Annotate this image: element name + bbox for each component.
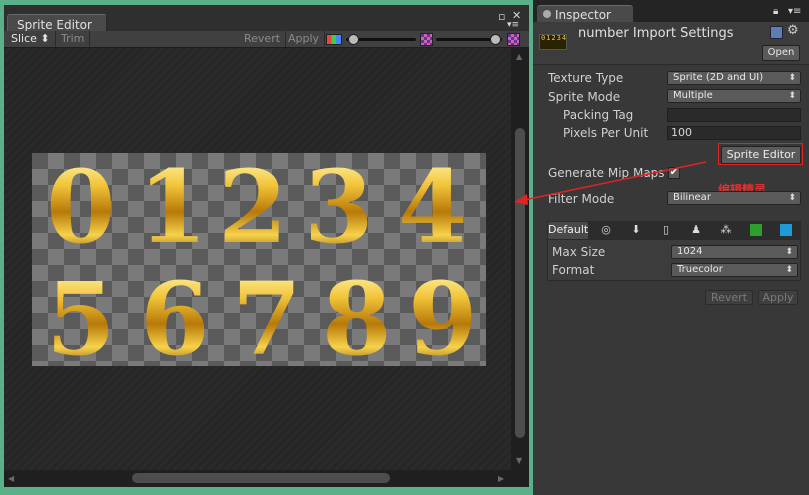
page-title: number Import Settings <box>578 26 734 41</box>
sprite-mode-value: Multiple <box>673 90 713 101</box>
scroll-down-arrow-icon[interactable]: ▼ <box>516 456 522 465</box>
texture-type-dropdown[interactable]: Sprite (2D and UI) ⬍ <box>667 71 801 85</box>
inspector-panel: Inspector 🔒︎ ▾≡ 0123456789 number Import… <box>533 0 809 495</box>
window-menu-icon[interactable]: ▾≡ <box>788 6 801 17</box>
sprite-digit[interactable]: 2 <box>218 157 288 257</box>
max-size-dropdown[interactable]: 1024 ⬍ <box>671 245 798 259</box>
dropdown-caret-icon: ⬍ <box>788 193 796 203</box>
zoom-slider[interactable] <box>346 33 416 45</box>
inspector-header: 0123456789 number Import Settings ⚙ Open <box>533 22 809 65</box>
filter-mode-label: Filter Mode <box>548 192 615 206</box>
window-menu-icon[interactable]: ▾≡ <box>507 20 519 30</box>
vertical-scroll-thumb[interactable] <box>515 128 525 438</box>
generate-mip-maps-label: Generate Mip Maps <box>548 166 665 180</box>
windows-store-platform-icon[interactable] <box>771 222 801 239</box>
texture-type-label: Texture Type <box>548 71 624 85</box>
apply-button[interactable]: Apply <box>758 290 798 305</box>
mip-slider[interactable] <box>436 33 502 45</box>
slice-dropdown[interactable]: Slice ⬍ <box>6 31 56 47</box>
inspector-tab-bar: Inspector 🔒︎ ▾≡ <box>533 0 809 22</box>
color-channel-icon[interactable] <box>326 34 342 45</box>
mip-slider-knob[interactable] <box>490 34 501 45</box>
mip-level-icon[interactable] <box>507 33 520 46</box>
max-size-value: 1024 <box>677 246 703 257</box>
help-book-icon[interactable] <box>770 26 783 39</box>
scroll-up-arrow-icon[interactable]: ▲ <box>516 52 522 61</box>
texture-asset-icon: 0123456789 <box>539 34 567 50</box>
android-platform-icon[interactable]: ♟ <box>681 222 711 239</box>
pixels-per-unit-field[interactable]: 100 <box>667 126 801 140</box>
sprite-digit[interactable]: 4 <box>398 157 468 257</box>
alpha-toggle-icon[interactable] <box>420 33 433 46</box>
dropdown-caret-icon: ⬍ <box>785 265 793 275</box>
format-dropdown[interactable]: Truecolor ⬍ <box>671 263 798 277</box>
texture-type-value: Sprite (2D and UI) <box>673 72 764 83</box>
sprite-editor-window: Sprite Editor ▫ ✕ ▾≡ Slice ⬍ Trim Revert… <box>0 0 533 495</box>
sprite-mode-dropdown[interactable]: Multiple ⬍ <box>667 89 801 103</box>
tab-inspector[interactable]: Inspector <box>537 5 633 22</box>
pixels-per-unit-label: Pixels Per Unit <box>563 126 649 140</box>
sprite-digit[interactable]: 8 <box>322 269 392 366</box>
mobile-platform-icon[interactable]: ▯ <box>651 222 681 239</box>
sprite-mode-label: Sprite Mode <box>548 90 621 104</box>
web-platform-icon[interactable]: ◎ <box>591 222 621 239</box>
sprite-digit[interactable]: 9 <box>408 269 478 366</box>
tab-default[interactable]: Default <box>548 222 588 239</box>
annotation-highlight-box <box>718 143 803 165</box>
zoom-slider-knob[interactable] <box>348 34 359 45</box>
platform-tabs: Default ◎ ⬇ ▯ ♟ ⁂ <box>547 221 801 239</box>
vertical-scrollbar[interactable]: ▲ ▼ <box>511 48 529 470</box>
sprite-digit[interactable]: 3 <box>304 157 374 257</box>
platform-settings-panel: Max Size 1024 ⬍ Format Truecolor ⬍ <box>547 239 801 281</box>
format-value: Truecolor <box>677 264 723 275</box>
xbox-platform-icon[interactable] <box>741 222 771 239</box>
scroll-right-arrow-icon[interactable]: ▶ <box>498 474 504 483</box>
packing-tag-field[interactable] <box>667 108 801 122</box>
lock-icon[interactable]: 🔒︎ <box>773 6 778 17</box>
sprite-sheet[interactable]: 0 1 2 3 4 5 6 7 8 9 <box>32 153 486 366</box>
tab-inspector-label: Inspector <box>555 8 611 22</box>
revert-button[interactable]: Revert <box>239 31 287 47</box>
max-size-label: Max Size <box>552 245 606 259</box>
open-button[interactable]: Open <box>762 45 800 61</box>
packing-tag-label: Packing Tag <box>563 108 634 122</box>
filter-mode-value: Bilinear <box>673 192 711 203</box>
sprite-editor-tab-bar: Sprite Editor ▫ ✕ ▾≡ <box>4 5 529 36</box>
sprite-digit[interactable]: 0 <box>46 157 116 257</box>
apply-button[interactable]: Apply <box>283 31 326 47</box>
dropdown-caret-icon: ⬍ <box>788 73 796 83</box>
dropdown-caret-icon: ⬍ <box>788 91 796 101</box>
dropdown-caret-icon: ⬍ <box>785 247 793 257</box>
filter-mode-dropdown[interactable]: Bilinear ⬍ <box>667 191 801 205</box>
download-platform-icon[interactable]: ⬇ <box>621 222 651 239</box>
gear-icon[interactable]: ⚙ <box>787 23 800 38</box>
horizontal-scroll-thumb[interactable] <box>132 473 390 483</box>
revert-button[interactable]: Revert <box>705 290 753 305</box>
maximize-icon[interactable]: ▫ <box>498 10 505 23</box>
sprite-digit[interactable]: 1 <box>138 157 208 257</box>
sprite-digit[interactable]: 7 <box>232 269 302 366</box>
sprite-editor-toolbar: Slice ⬍ Trim Revert Apply <box>4 31 529 48</box>
trim-button[interactable]: Trim <box>56 31 91 47</box>
generate-mip-maps-checkbox[interactable]: ✔ <box>668 167 680 179</box>
scroll-left-arrow-icon[interactable]: ◀ <box>8 474 14 483</box>
format-label: Format <box>552 263 595 277</box>
blackberry-platform-icon[interactable]: ⁂ <box>711 222 741 239</box>
sprite-digit[interactable]: 6 <box>140 269 210 366</box>
sprite-digit[interactable]: 5 <box>46 269 116 366</box>
info-icon <box>543 10 551 18</box>
horizontal-scrollbar[interactable]: ◀ ▶ <box>4 470 529 487</box>
